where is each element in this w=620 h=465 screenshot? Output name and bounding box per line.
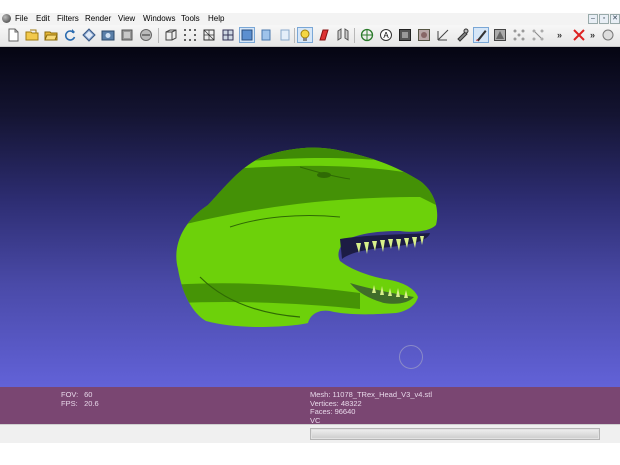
- trex-head-mesh: [176, 147, 438, 327]
- clear-selection-icon[interactable]: [531, 28, 545, 42]
- menu-windows[interactable]: Windows: [143, 14, 175, 24]
- bottom-panel: [0, 424, 620, 443]
- menu-filters[interactable]: Filters: [57, 14, 79, 24]
- toolbar-separator: [354, 28, 355, 43]
- menu-file[interactable]: File: [15, 14, 28, 24]
- measure-icon[interactable]: [436, 28, 450, 42]
- import-icon[interactable]: [82, 28, 96, 42]
- disk-icon[interactable]: [139, 28, 153, 42]
- view-info: FOV: 60 FPS: 20.6: [61, 390, 99, 408]
- texture-icon[interactable]: [278, 28, 292, 42]
- mesh-stack-icon[interactable]: [120, 28, 134, 42]
- select-faces-icon[interactable]: [493, 28, 507, 42]
- light-bulb-icon[interactable]: [297, 27, 313, 43]
- new-file-icon[interactable]: [6, 28, 20, 42]
- double-side-icon[interactable]: [336, 28, 350, 42]
- wireframe-icon[interactable]: [202, 28, 216, 42]
- snapshot-icon[interactable]: [101, 28, 115, 42]
- 3d-viewport[interactable]: [0, 47, 620, 387]
- trackball-indicator: [399, 345, 423, 369]
- toolbar-overflow-button[interactable]: »: [557, 30, 562, 40]
- close-button[interactable]: ✕: [610, 14, 620, 24]
- pick-icon[interactable]: [455, 28, 469, 42]
- toolbar-overflow-button-2[interactable]: »: [590, 30, 595, 40]
- hidden-lines-icon[interactable]: [221, 28, 235, 42]
- app-logo-icon: [2, 14, 11, 23]
- flat-shading-icon[interactable]: [239, 27, 255, 43]
- open-file-icon[interactable]: [25, 28, 39, 42]
- info-bar: FOV: 60 FPS: 20.6 Mesh: 11078_TRex_Head_…: [0, 387, 620, 424]
- svg-text:A: A: [383, 31, 389, 40]
- menu-view[interactable]: View: [118, 14, 135, 24]
- layers-icon[interactable]: [360, 28, 374, 42]
- scrollbar-thumb[interactable]: [312, 430, 598, 438]
- horizontal-scrollbar[interactable]: [310, 428, 600, 440]
- face-count: Faces: 96640: [310, 407, 356, 417]
- bounding-box-icon[interactable]: [164, 28, 178, 42]
- smooth-shading-icon[interactable]: [259, 28, 273, 42]
- color-icon[interactable]: [398, 28, 412, 42]
- vertex-color-flag: VC: [310, 415, 321, 424]
- open-folder-icon[interactable]: [44, 28, 58, 42]
- mesh-info: Mesh: 11078_TRex_Head_V3_v4.stl Vertices…: [310, 390, 432, 424]
- lighting-mode-icon[interactable]: [317, 28, 331, 42]
- reload-icon[interactable]: [63, 28, 77, 42]
- texture-view-icon[interactable]: [417, 28, 431, 42]
- select-vertices-icon[interactable]: [512, 28, 526, 42]
- extra-tool-icon[interactable]: [601, 28, 615, 42]
- toolbar: A » »: [0, 25, 620, 47]
- menu-bar: File Edit Filters Render View Windows To…: [0, 13, 620, 25]
- fps-label: FPS:: [61, 398, 78, 408]
- points-icon[interactable]: [183, 28, 197, 42]
- fps-value: 20.6: [84, 398, 99, 408]
- menu-tools[interactable]: Tools: [181, 14, 200, 24]
- menu-render[interactable]: Render: [85, 14, 111, 24]
- toolbar-separator: [158, 28, 159, 43]
- menu-help[interactable]: Help: [208, 14, 224, 24]
- annotation-icon[interactable]: A: [379, 28, 393, 42]
- paint-icon[interactable]: [473, 27, 489, 43]
- toolbar-separator: [294, 28, 295, 43]
- minimize-button[interactable]: –: [588, 14, 598, 24]
- delete-icon[interactable]: [572, 28, 586, 42]
- restore-button[interactable]: ▫: [599, 14, 609, 24]
- menu-edit[interactable]: Edit: [36, 14, 50, 24]
